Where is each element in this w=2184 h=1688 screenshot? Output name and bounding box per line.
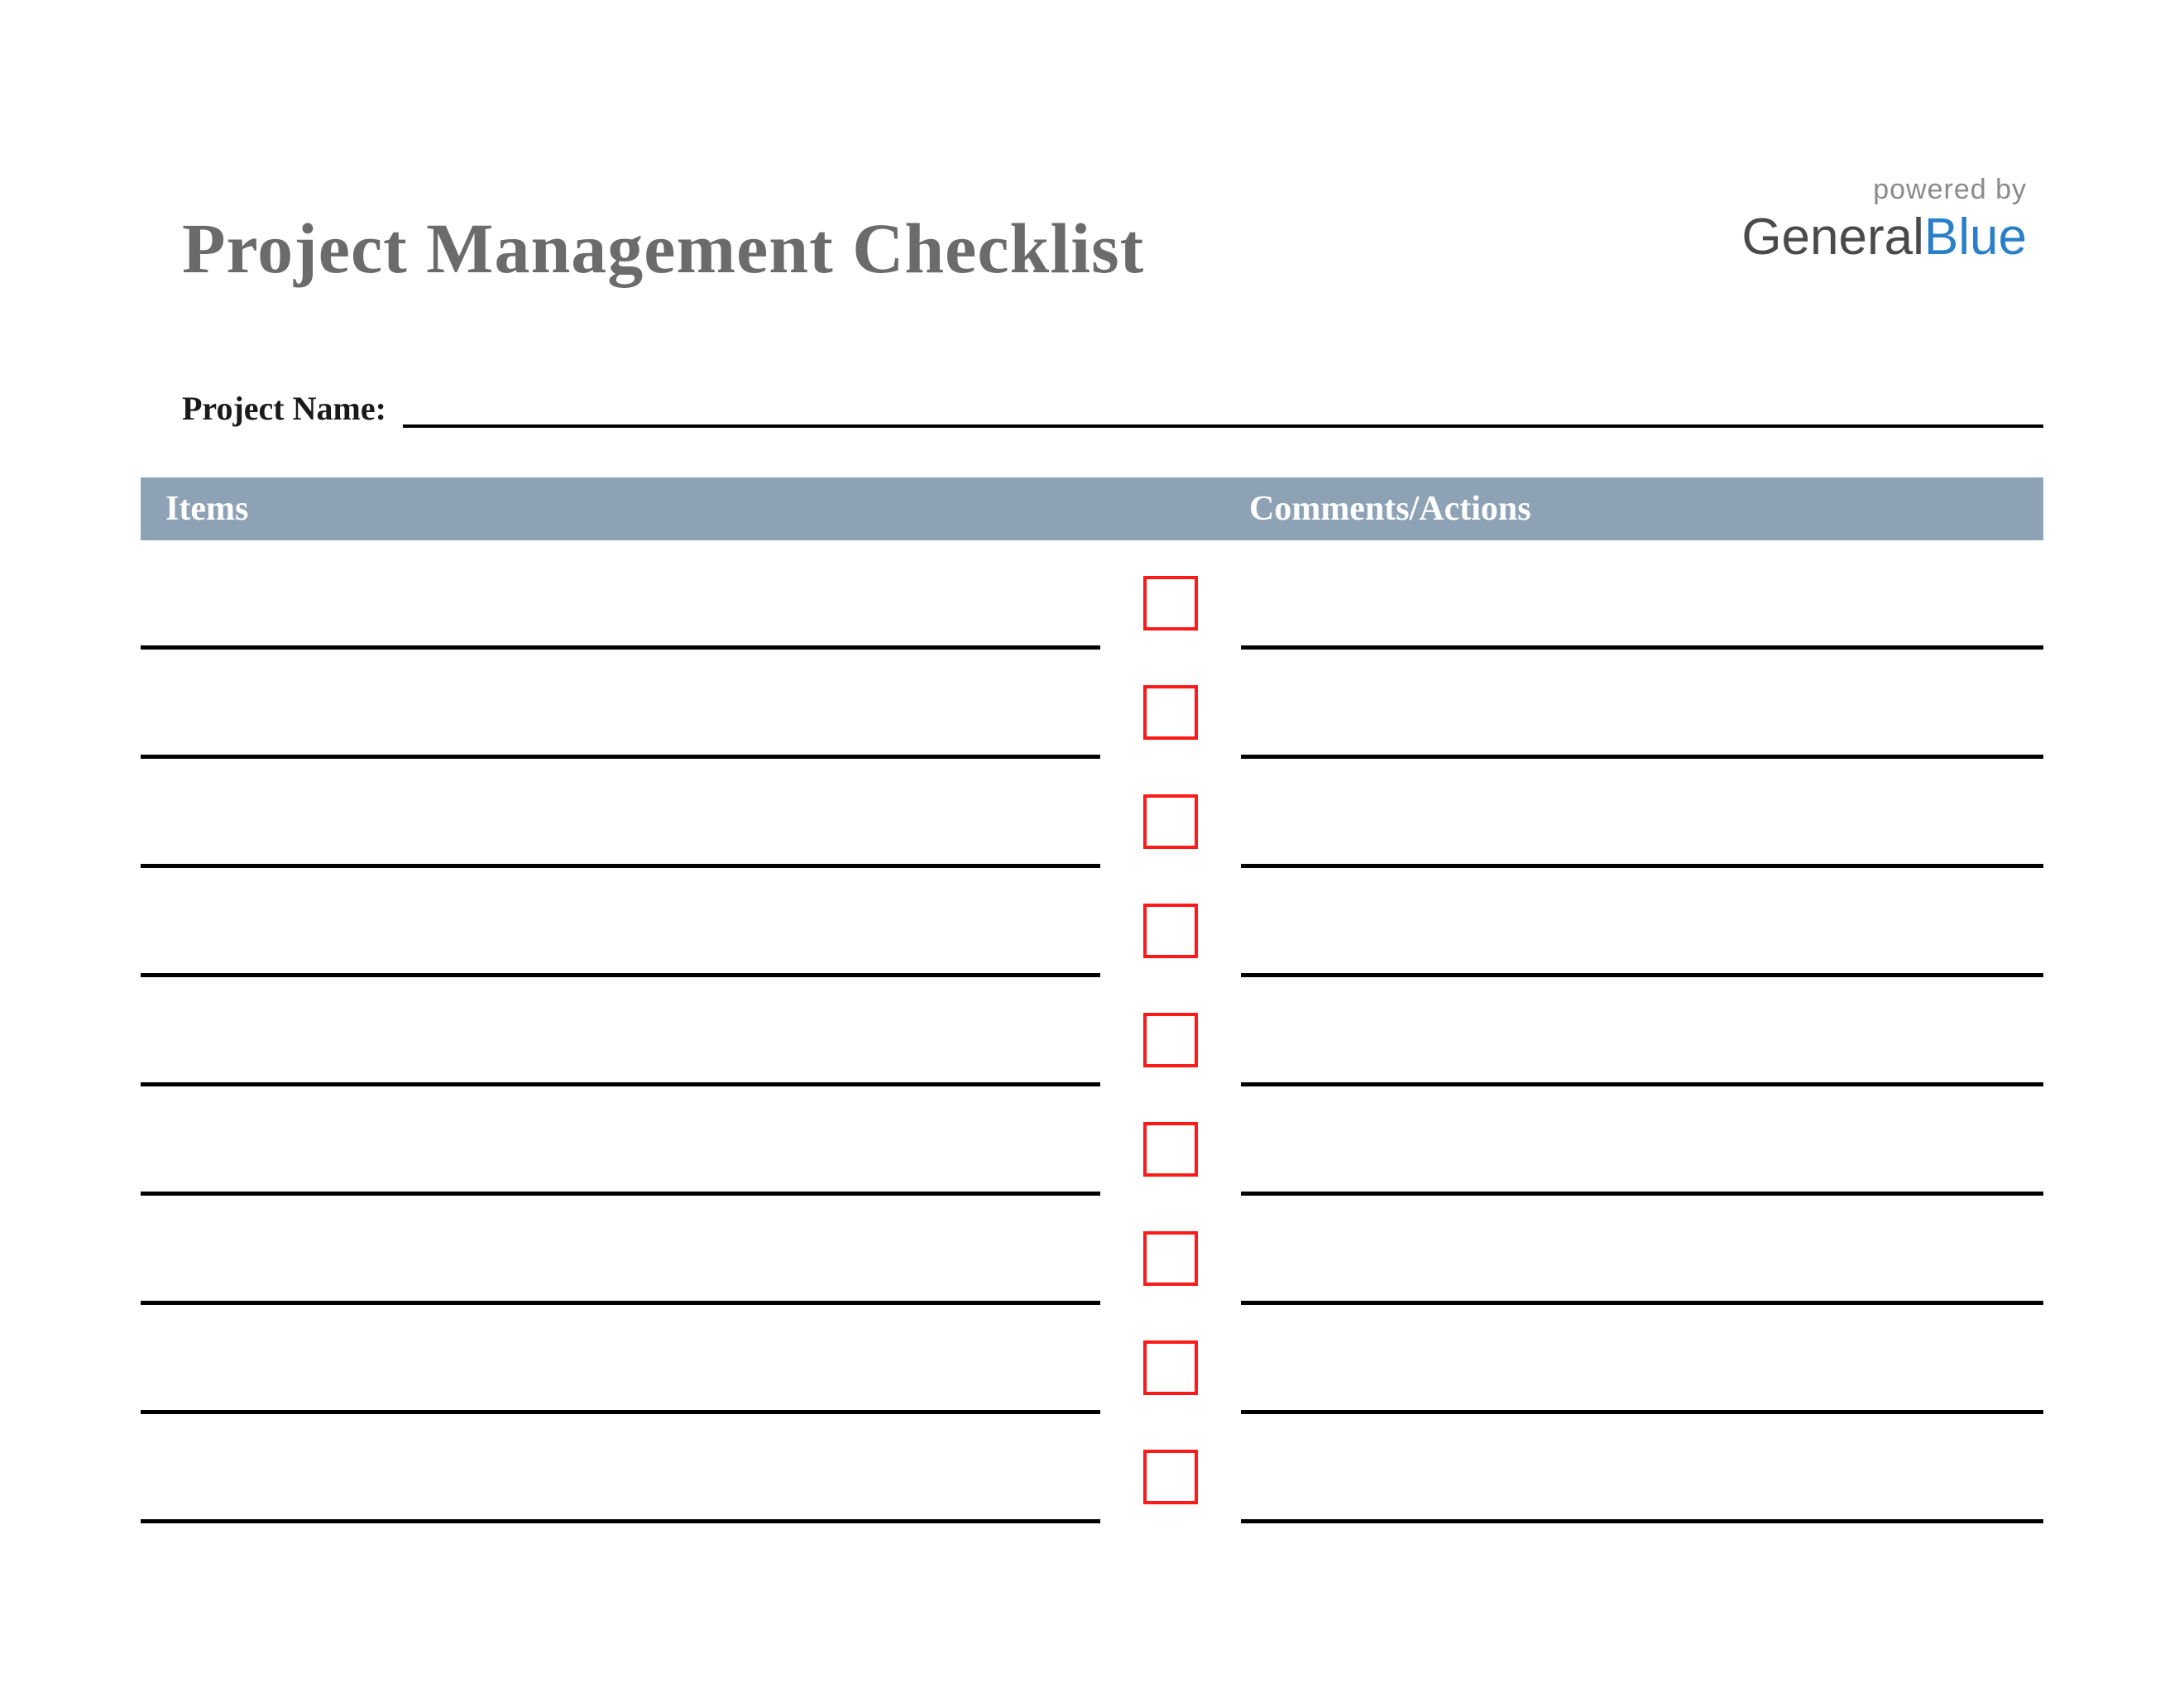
checkbox[interactable] [1143,576,1198,631]
checkbox[interactable] [1143,1013,1198,1067]
checklist-row [141,1086,2043,1196]
brand-name: GeneralBlue [1741,208,2027,266]
checkbox[interactable] [1143,1231,1198,1286]
checkbox-cell [1100,650,1241,759]
comment-input[interactable] [1241,868,2043,977]
item-input[interactable] [141,650,1100,759]
item-input[interactable] [141,1196,1100,1305]
comment-input[interactable] [1241,1196,2043,1305]
column-header-comments: Comments/Actions [1241,489,2043,529]
page-title: Project Management Checklist [141,174,1144,290]
checkbox[interactable] [1143,794,1198,849]
checklist-row [141,977,2043,1086]
table-header: Items Comments/Actions [141,477,2043,540]
item-input[interactable] [141,1305,1100,1414]
checkbox-cell [1100,977,1241,1086]
checklist-row [141,868,2043,977]
checkbox[interactable] [1143,685,1198,740]
item-input[interactable] [141,1414,1100,1523]
comment-input[interactable] [1241,977,2043,1086]
checkbox-cell [1100,1414,1241,1523]
project-name-row: Project Name: [141,389,2043,428]
checklist-row [141,1196,2043,1305]
project-name-input[interactable] [403,395,2043,428]
comment-input[interactable] [1241,1305,2043,1414]
checkbox[interactable] [1143,1450,1198,1504]
comment-input[interactable] [1241,1086,2043,1196]
checkbox-cell [1100,759,1241,868]
checklist-row [141,1414,2043,1523]
checkbox-cell [1100,868,1241,977]
column-header-items: Items [141,489,1100,529]
item-input[interactable] [141,977,1100,1086]
document-page: Project Management Checklist powered by … [0,0,2184,1688]
checklist-row [141,650,2043,759]
powered-by-label: powered by [1741,174,2027,206]
checkbox-cell [1100,540,1241,650]
brand-part2: Blue [1924,209,2027,266]
comment-input[interactable] [1241,650,2043,759]
checkbox-cell [1100,1196,1241,1305]
item-input[interactable] [141,540,1100,650]
brand-part1: General [1741,209,1924,266]
comment-input[interactable] [1241,759,2043,868]
comment-input[interactable] [1241,1414,2043,1523]
item-input[interactable] [141,868,1100,977]
checklist-rows [141,540,2043,1523]
checklist-row [141,1305,2043,1414]
project-name-label: Project Name: [182,389,403,428]
checkbox-cell [1100,1086,1241,1196]
comment-input[interactable] [1241,540,2043,650]
checkbox-cell [1100,1305,1241,1414]
checklist-row [141,540,2043,650]
item-input[interactable] [141,1086,1100,1196]
header-row: Project Management Checklist powered by … [141,174,2043,290]
checkbox[interactable] [1143,904,1198,958]
item-input[interactable] [141,759,1100,868]
checkbox[interactable] [1143,1122,1198,1177]
checklist-row [141,759,2043,868]
brand-logo: powered by GeneralBlue [1741,174,2043,266]
checkbox[interactable] [1143,1340,1198,1395]
